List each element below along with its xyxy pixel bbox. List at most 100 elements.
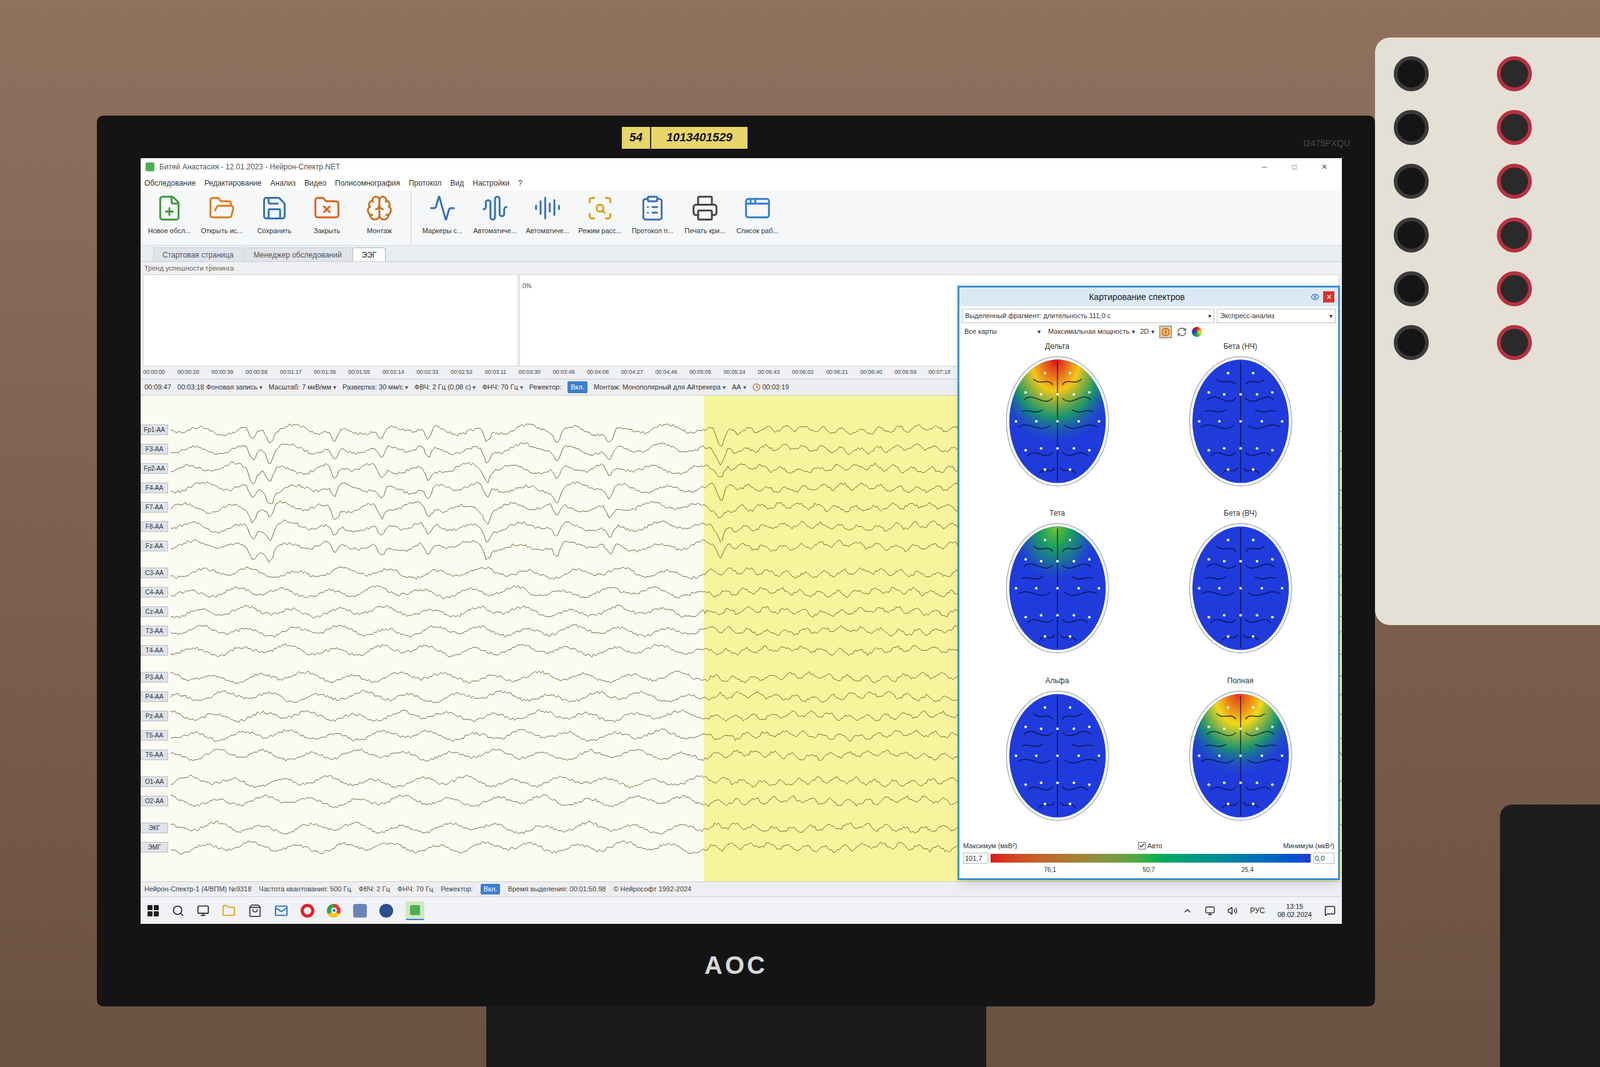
channel-label[interactable]: F4-AA	[140, 482, 169, 494]
eeg-toolbar-item[interactable]: ФНЧ: 70 Гц▾	[481, 381, 523, 393]
window-control-button[interactable]: ─	[1251, 161, 1277, 173]
channel-label[interactable]: C3-AA	[140, 567, 169, 579]
toolbar-button[interactable]: Сохранить	[249, 194, 300, 237]
menu-item[interactable]: Редактирование	[204, 177, 262, 189]
channel-label[interactable]: O1-AA	[140, 776, 169, 787]
window-control-button[interactable]: □	[1281, 161, 1307, 173]
opera-icon[interactable]	[300, 903, 315, 918]
channel-label[interactable]: P4-AA	[140, 691, 169, 702]
eeg-toolbar-item[interactable]: 00:03:18 Фоновая запись▾	[177, 381, 263, 393]
document-tab[interactable]: Стартовая страница	[153, 247, 244, 262]
fragment-dropdown[interactable]: Выделенный фрагмент: длительность 111,0 …	[961, 308, 1215, 324]
dropdown-arrow: ▾	[405, 382, 409, 392]
toolbar-button[interactable]: Автоматиче...	[522, 194, 573, 237]
analysis-dropdown[interactable]: Экспресс-анализ▾	[1216, 308, 1336, 324]
channel-label[interactable]: C4-AA	[140, 586, 169, 598]
channel-label[interactable]: O2-AA	[140, 795, 169, 807]
store-icon[interactable]	[248, 903, 262, 918]
eeg-toolbar-item[interactable]: Монтаж: Монополярный для Айтрекера▾	[593, 381, 726, 393]
eeg-toolbar-item[interactable]: Масштаб: 7 мкВ/мм▾	[268, 381, 337, 393]
eeg-toolbar-item[interactable]: АА▾	[731, 381, 747, 393]
measure-dropdown[interactable]: Максимальная мощность▾	[1048, 326, 1135, 337]
language-indicator[interactable]: РУС	[1250, 905, 1265, 917]
toolbar-button[interactable]: Открыть ис...	[196, 194, 247, 237]
checkbox-box[interactable]	[1138, 841, 1146, 850]
toolbar-button[interactable]: Монтаж	[354, 194, 405, 237]
channel-label[interactable]: T4-AA	[140, 645, 169, 656]
eye-icon[interactable]	[1310, 292, 1320, 302]
app-icon[interactable]	[379, 903, 394, 918]
palette-icon[interactable]	[1191, 326, 1202, 337]
document-tab[interactable]: Менеджер обследований	[244, 247, 352, 262]
status-item: Нейрон-Спектр-1 (4/ВПМ) №9318	[144, 883, 252, 895]
channel-label[interactable]: Fp1-AA	[140, 424, 169, 435]
spectral-map[interactable]: Бета (НЧ)	[1155, 340, 1326, 507]
toolbar-button[interactable]: Печать кри...	[680, 194, 730, 237]
menu-item[interactable]: Полисомнография	[335, 177, 400, 189]
toolbar-button[interactable]: Закрыть	[301, 194, 352, 237]
channel-label[interactable]: Fz-AA	[140, 540, 169, 552]
legend-max-value[interactable]: 101,7	[963, 852, 989, 865]
channel-label[interactable]: ЭМГ	[140, 841, 169, 853]
channel-label[interactable]: Pz-AA	[140, 710, 169, 722]
mail-icon[interactable]	[274, 903, 289, 918]
toolbar-button[interactable]: Маркеры с...	[417, 194, 468, 237]
head-view-button[interactable]	[1159, 325, 1172, 339]
channel-label[interactable]: F3-AA	[140, 443, 169, 455]
channel-label[interactable]: Fp2-AA	[140, 463, 169, 474]
toolbar-button[interactable]: Протокол п...	[627, 194, 678, 237]
toolbar-button[interactable]: Список раб...	[732, 194, 783, 237]
channel-label[interactable]: ЭКГ	[140, 822, 169, 834]
menu-item[interactable]: Анализ	[270, 177, 297, 189]
menu-item[interactable]: Обследование	[144, 177, 196, 189]
windows-logo-icon[interactable]	[146, 904, 160, 917]
toolbar-button[interactable]: Новое обсл...	[144, 194, 195, 237]
menu-item[interactable]: Настройки	[472, 177, 510, 189]
eeg-toolbar-item[interactable]: 00:03:19	[752, 381, 790, 393]
clock[interactable]: 13:1508.02.2024	[1277, 902, 1312, 919]
explorer-icon[interactable]	[221, 903, 236, 918]
eeg-toolbar-item[interactable]: ФВЧ: 2 Гц (0,08 с)▾	[414, 381, 476, 393]
notifications-icon[interactable]	[1324, 905, 1336, 917]
window-control-button[interactable]: ✕	[1311, 161, 1337, 173]
channel-label[interactable]: P3-AA	[140, 671, 169, 683]
channel-label[interactable]: Cz-AA	[140, 606, 169, 617]
menu-item[interactable]: Видео	[304, 177, 327, 189]
eeg-toolbar-item[interactable]: Вкл.	[567, 381, 588, 394]
channel-label[interactable]: T5-AA	[140, 730, 169, 741]
legend-min-label: Минимум (мкВ²)	[1283, 840, 1335, 852]
spectral-window-title-bar[interactable]: Картирование спектров✕	[959, 287, 1339, 307]
channel-label[interactable]: F8-AA	[140, 521, 169, 532]
close-button[interactable]: ✕	[1323, 291, 1335, 303]
volume-icon[interactable]	[1227, 905, 1238, 916]
mode-dropdown[interactable]: 2D▾	[1140, 326, 1155, 337]
refresh-icon[interactable]	[1176, 326, 1187, 337]
spectral-map[interactable]: Альфа	[971, 675, 1143, 842]
app-icon[interactable]	[353, 903, 367, 918]
search-icon[interactable]	[171, 904, 185, 917]
menu-item[interactable]: Протокол	[408, 177, 442, 189]
chrome-icon[interactable]	[326, 903, 341, 918]
menu-item[interactable]: Вид	[450, 177, 465, 189]
channel-label[interactable]: F7-AA	[140, 501, 169, 513]
spectral-map[interactable]: Тета	[971, 507, 1143, 674]
spectral-mapping-window[interactable]: Картирование спектров✕Выделенный фрагмен…	[957, 285, 1340, 880]
toolbar-button[interactable]: Автоматиче...	[470, 194, 520, 237]
spectral-map[interactable]: Дельта	[971, 340, 1143, 507]
toolbar-button-icon	[481, 194, 509, 222]
document-tab[interactable]: ЭЭГ	[352, 247, 387, 262]
menu-item[interactable]: ?	[518, 177, 523, 189]
neuron-spectrum-taskbar-icon[interactable]	[405, 901, 425, 920]
channel-label[interactable]: T6-AA	[140, 749, 169, 760]
network-icon[interactable]	[1205, 905, 1215, 916]
legend-min-value[interactable]: 0,0	[1313, 852, 1335, 865]
toolbar-button[interactable]: Режим расс...	[575, 194, 625, 237]
spectral-map[interactable]: Полная	[1155, 675, 1326, 842]
channel-label[interactable]: T3-AA	[140, 625, 169, 637]
spectral-map[interactable]: Бета (ВЧ)	[1155, 507, 1326, 674]
eeg-toolbar-item[interactable]: Развертка: 30 мм/с▾	[342, 381, 409, 393]
tray-expand-icon[interactable]	[1182, 905, 1193, 916]
maps-filter-dropdown[interactable]: Все карты▾	[961, 326, 1044, 337]
auto-checkbox[interactable]: Авто	[1138, 840, 1163, 852]
task-view-icon[interactable]	[196, 904, 210, 917]
